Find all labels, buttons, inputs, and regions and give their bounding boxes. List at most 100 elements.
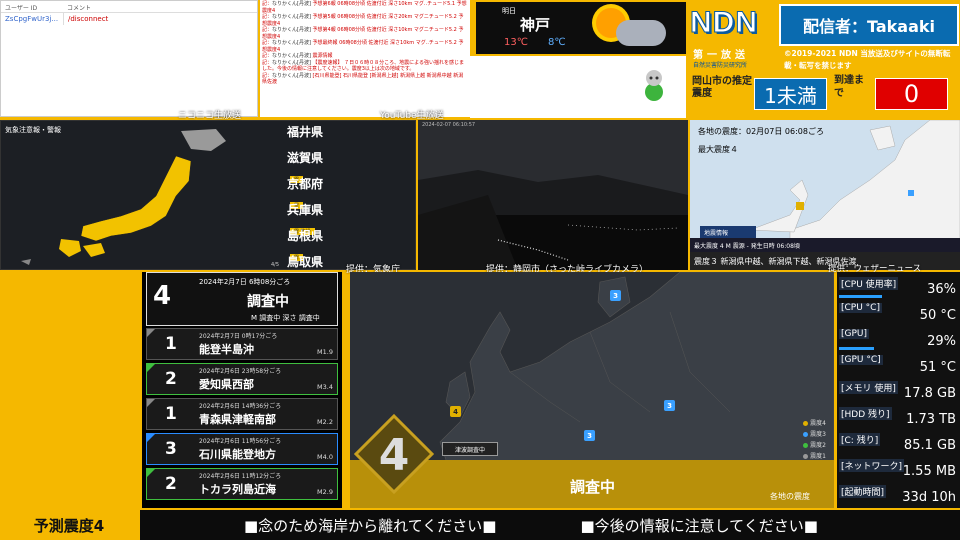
- item-magnitude: M1.9: [317, 348, 333, 356]
- item-place: 青森県津軽南部: [199, 413, 276, 426]
- item-magnitude: M3.4: [317, 383, 333, 391]
- log-line: 記：なりかくん[丹波] 【震度速報】 ７日０６時０８分ころ、地震による強い揺れを…: [262, 59, 464, 73]
- weather-high: 13℃: [504, 37, 528, 48]
- latest-status: 調査中: [247, 294, 289, 310]
- item-datetime: 2024年2月6日 11時12分ごろ: [199, 473, 282, 480]
- map-footer: 各地の震度: [770, 492, 810, 501]
- map-info-tag: 地震情報: [700, 226, 756, 238]
- prefecture-item: 兵庫県雷 乾燥: [287, 203, 324, 235]
- arrival-countdown: 0: [875, 78, 948, 110]
- camera-feed: [418, 120, 688, 270]
- ndn-logo: NDN: [690, 6, 758, 40]
- item-magnitude: M4.0: [317, 453, 333, 461]
- ndn-subtitle: 第一放送: [693, 50, 749, 61]
- item-place: 愛知県西部: [199, 378, 254, 391]
- ticker-message: ■念のため海岸から離れてください■: [244, 516, 497, 535]
- latest-earthquake[interactable]: 4 2024年2月7日 6時08分ごろ 調査中 M 調査中 深さ 調査中: [146, 272, 338, 326]
- legend-item: 震度4: [803, 418, 826, 429]
- comment-header-user: ユーザー ID: [5, 5, 38, 12]
- intensity-3-marker: 3: [664, 400, 675, 411]
- log-line: 記：なりかくん[丹波] [石川県能登] 石川県能登 [新潟県上越] 新潟県上越 …: [262, 72, 464, 86]
- credit-niconico: ニコニコ生放送: [178, 111, 242, 121]
- comment-header: ユーザー ID コメント: [1, 1, 257, 13]
- intensity-flag: [147, 399, 155, 407]
- alert-log: 記：なりかくん[丹波] 予想第6報 06時08分頃 佐渡付近 深さ10km マグ…: [260, 0, 470, 117]
- warning-title: 気象注意報・警報: [5, 126, 61, 134]
- message-ticker: ■念のため海岸から離れてください■ ■今後の情報に注意してください■: [140, 510, 960, 540]
- camera-timestamp: 2024-02-07 06:10:57: [422, 122, 476, 128]
- log-line: 記：なりかくん[丹波] 予想第5報 06時08分頃 佐渡付近 深さ20km マグ…: [262, 14, 464, 27]
- comment-text: /disconnect: [63, 13, 112, 25]
- latest-datetime: 2024年2月7日 6時08分ごろ: [199, 278, 291, 286]
- comment-row[interactable]: ZsCpgFwUr3j... /disconnect: [1, 13, 257, 25]
- log-line: 記：なりかくん[丹波] 予想最終報 06時08分頃 佐渡付近 深さ10km マグ…: [262, 40, 464, 53]
- intensity-3-marker: 3: [610, 290, 621, 301]
- earthquake-item[interactable]: 2 2024年2月6日 23時58分ごろ 愛知県西部 M3.4: [146, 363, 338, 395]
- log-line: 記：なりかくん[丹波] 予想第6報 06時08分頃 佐渡付近 深さ10km マグ…: [262, 1, 467, 14]
- item-datetime: 2024年2月6日 23時58分ごろ: [199, 368, 282, 375]
- item-intensity: 2: [165, 474, 177, 494]
- item-datetime: 2024年2月6日 14時36分ごろ: [199, 403, 282, 410]
- tsunami-tag: 津波調査中: [442, 442, 498, 456]
- prefecture-item: 島根県雷: [287, 229, 324, 261]
- prefecture-list: 福井県 滋賀県雷 京都府雷 兵庫県雷 乾燥 島根県雷 鳥取県雷: [287, 123, 415, 269]
- stat-hdd: [HDD 残り] 1.73 TB: [837, 404, 960, 430]
- map-legend: 震度4 震度3 震度2 震度1: [803, 418, 826, 462]
- live-camera-panel: 2024-02-07 06:10:57: [418, 120, 688, 270]
- cloud-icon: [616, 20, 666, 46]
- intensity-flag: [147, 469, 155, 477]
- earthquake-list: 4 2024年2月7日 6時08分ごろ 調査中 M 調査中 深さ 調査中 1 2…: [142, 272, 342, 508]
- log-line: 記：なりかくん[丹波] 予想第4報 06時08分頃 佐渡付近 深さ10km マグ…: [262, 27, 464, 40]
- item-datetime: 2024年2月6日 11時56分ごろ: [199, 438, 282, 445]
- item-datetime: 2024年2月7日 0時17分ごろ: [199, 333, 278, 340]
- system-stats: [CPU 使用率] 36% [CPU °C] 50 °C [GPU] 29% [GPU…: [837, 272, 960, 508]
- estimated-intensity-label: 岡山市の推定震度: [692, 76, 752, 99]
- prefecture-item: 滋賀県雷: [287, 151, 324, 183]
- map-time: 各地の震度：02月07日 06:08ごろ: [698, 127, 824, 136]
- item-intensity: 1: [165, 404, 177, 424]
- stat-gpu-temp: [GPU °C] 51 °C: [839, 355, 956, 375]
- item-place: トカラ列島近海: [199, 483, 276, 496]
- item-magnitude: M2.9: [317, 488, 333, 496]
- intensity-4-marker: 4: [450, 406, 461, 417]
- stat-uptime: [起動時間] 33d 10h: [837, 482, 960, 508]
- ticker-message: ■今後の情報に注意してください■: [580, 516, 818, 535]
- weather-city: 神戸: [520, 16, 551, 34]
- map-max-intensity: 最大震度４: [698, 145, 738, 154]
- diamond-intensity: 4: [379, 430, 410, 481]
- item-intensity: 3: [165, 439, 177, 459]
- legend-item: 震度2: [803, 440, 826, 451]
- forecast-intensity-label: 予測震度4: [0, 510, 138, 540]
- japan-warning-map: [21, 129, 226, 265]
- stat-memory: [メモリ 使用] 17.8 GB: [837, 378, 960, 404]
- intensity-diamond: 4: [354, 414, 434, 494]
- earthquake-item[interactable]: 3 2024年2月6日 11時56分ごろ 石川県能登地方 M4.0: [146, 433, 338, 465]
- stat-network: [ネットワーク] 1.55 MB: [837, 456, 960, 482]
- intensity-map-panel: 各地の震度：02月07日 06:08ごろ 最大震度４ 地震情報 最大震度 4 M…: [690, 120, 960, 270]
- earthquake-item[interactable]: 2 2024年2月6日 11時12分ごろ トカラ列島近海 M2.9: [146, 468, 338, 500]
- copyright-notice: ©2019-2021 NDN 当放送及びサイトの無断転載・転写を禁じます: [784, 49, 951, 70]
- warning-page: 4/5: [271, 262, 280, 268]
- intensity-3-marker: 3: [584, 430, 595, 441]
- item-intensity: 2: [165, 369, 177, 389]
- item-intensity: 1: [165, 334, 177, 354]
- intensity-flag: [147, 434, 155, 442]
- credit-youtube: YouTube生放送: [380, 111, 444, 121]
- weather-widget: 明日 神戸 13℃ 8℃: [476, 2, 686, 54]
- weather-day: 明日: [502, 7, 516, 15]
- earthquake-item[interactable]: 1 2024年2月7日 0時17分ごろ 能登半島沖 M1.9: [146, 328, 338, 360]
- intensity-flag: [147, 329, 155, 337]
- mascot-icon: [645, 70, 663, 101]
- stat-c-drive: [C: 残り] 85.1 GB: [837, 430, 960, 456]
- ndn-subtitle-2: 自然災害防災研究所: [693, 62, 748, 69]
- stat-cpu-temp: [CPU °C] 50 °C: [839, 303, 956, 323]
- map-info: 最大震度 4 M 震源 - 発生日時 06:08頃: [690, 238, 960, 252]
- item-place: 石川県能登地方: [199, 448, 276, 461]
- stat-cpu-usage: [CPU 使用率] 36%: [837, 274, 960, 300]
- earthquake-item[interactable]: 1 2024年2月6日 14時36分ごろ 青森県津軽南部 M2.2: [146, 398, 338, 430]
- big-status: 調査中: [570, 478, 616, 496]
- item-place: 能登半島沖: [199, 343, 254, 356]
- comment-panel: ユーザー ID コメント ZsCpgFwUr3j... /disconnect: [0, 0, 258, 117]
- weather-low: 8℃: [548, 37, 566, 48]
- comment-user-id[interactable]: ZsCpgFwUr3j...: [1, 13, 63, 25]
